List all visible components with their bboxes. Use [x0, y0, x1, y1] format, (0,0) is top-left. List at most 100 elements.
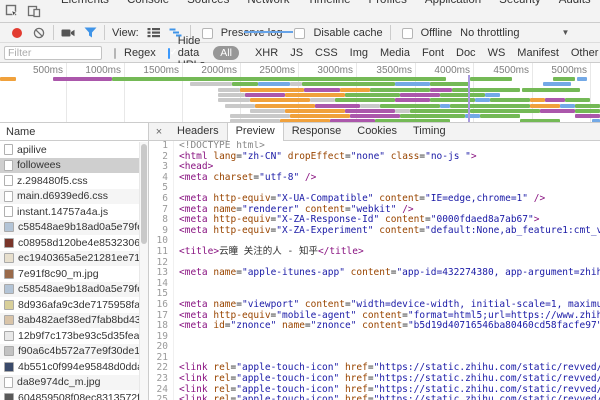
detail-tab-timing[interactable]: Timing	[405, 123, 454, 140]
network-overview[interactable]: 500ms1000ms1500ms2000ms2500ms3000ms3500m…	[0, 63, 600, 123]
request-name: da8e974dc_m.jpg	[17, 376, 100, 388]
request-name: ec1940365a5e21281ee71856...	[18, 252, 139, 264]
overview-request-bar	[230, 114, 290, 118]
filter-type-ws[interactable]: WS	[488, 47, 506, 59]
request-row[interactable]: instant.14757a4a.js	[0, 204, 139, 220]
detail-tab-response[interactable]: Response	[284, 123, 350, 140]
detail-tab-headers[interactable]: Headers	[169, 123, 227, 140]
tab-timeline[interactable]: Timeline	[299, 0, 360, 33]
device-toolbar-icon[interactable]	[26, 3, 42, 19]
line-number: 1	[149, 141, 174, 152]
request-row[interactable]: f90a6c4b572a77e9f30de153...	[0, 344, 139, 360]
filter-type-font[interactable]: Font	[422, 47, 444, 59]
tabbar-icons	[0, 3, 46, 19]
preserve-log-checkbox[interactable]	[202, 28, 213, 39]
filter-type-js[interactable]: JS	[290, 47, 303, 59]
request-row[interactable]: 604859508f08ec8313572f0e7	[0, 390, 139, 400]
request-row[interactable]: 8d936afa9c3de7175958fae5...	[0, 297, 139, 313]
request-row[interactable]: c58548ae9b18ad0a5e79fe4e...	[0, 282, 139, 298]
image-file-icon	[4, 362, 14, 372]
offline-checkbox[interactable]	[402, 28, 413, 39]
filter-type-xhr[interactable]: XHR	[255, 47, 278, 59]
tab-security[interactable]: Security	[490, 0, 550, 33]
overview-request-bar	[592, 119, 600, 123]
request-row[interactable]: 4b551c0f994e95848d0dda09...	[0, 359, 139, 375]
ruler-tick-label: 3000ms	[317, 65, 356, 76]
preview-code-view[interactable]: 1<!DOCTYPE html>2<html lang="zh-CN" drop…	[149, 141, 600, 400]
requests-list: apilivefolloweesz.298480f5.css main.d6939…	[0, 142, 139, 400]
detail-tab-cookies[interactable]: Cookies	[349, 123, 405, 140]
clear-icon[interactable]	[31, 26, 47, 40]
request-row[interactable]: da8e974dc_m.jpg	[0, 375, 139, 391]
request-name: z.298480f5.css	[17, 175, 88, 187]
request-row[interactable]: apilive	[0, 142, 139, 158]
overview-request-bar	[232, 82, 258, 86]
overview-request-bar	[360, 104, 380, 108]
requests-scrollbar[interactable]	[139, 142, 148, 400]
overview-request-bar	[280, 119, 330, 123]
overview-request-bar	[575, 114, 600, 118]
inspect-element-icon[interactable]	[4, 3, 20, 19]
regex-checkbox[interactable]	[114, 48, 116, 59]
request-row[interactable]: c08958d120be4e853230649...	[0, 235, 139, 251]
regex-label[interactable]: Regex	[124, 47, 156, 59]
overview-request-bar	[310, 98, 335, 102]
tab-application[interactable]: Application	[416, 0, 490, 33]
overview-request-bar	[290, 114, 350, 118]
filter-type-media[interactable]: Media	[380, 47, 410, 59]
filter-type-css[interactable]: CSS	[315, 47, 338, 59]
filter-type-img[interactable]: Img	[350, 47, 368, 59]
request-row[interactable]: 12b9f7c173be93c5d35fea2d...	[0, 328, 139, 344]
tab-network[interactable]: Network	[238, 0, 298, 33]
ruler-gridline	[532, 63, 533, 122]
request-row[interactable]: c58548ae9b18ad0a5e79fe4e...	[0, 220, 139, 236]
filter-input[interactable]	[4, 46, 102, 60]
detail-tab-preview[interactable]: Preview	[227, 123, 284, 141]
tab-audits[interactable]: Audits	[550, 0, 600, 33]
request-row[interactable]: ec1940365a5e21281ee71856...	[0, 251, 139, 267]
request-detail-pane: × HeadersPreviewResponseCookiesTiming 1<…	[149, 123, 600, 400]
request-name: 604859508f08ec8313572f0e7	[18, 392, 139, 400]
overview-request-bar	[553, 77, 575, 81]
filter-type-other[interactable]: Other	[571, 47, 599, 59]
scrollbar-thumb[interactable]	[141, 144, 147, 244]
name-column-header[interactable]: Name	[0, 123, 148, 141]
source-text	[174, 342, 179, 353]
close-icon[interactable]: ×	[149, 123, 169, 140]
overview-request-bar	[380, 104, 440, 108]
ruler-tick-label: 5000ms	[551, 65, 590, 76]
tab-elements[interactable]: Elements	[52, 0, 118, 33]
filter-pill-all[interactable]: All	[213, 46, 239, 60]
overview-request-bar	[0, 77, 16, 81]
overview-request-bar	[577, 77, 587, 81]
disable-cache-checkbox[interactable]	[294, 28, 305, 39]
image-file-icon	[4, 315, 14, 325]
overview-request-bar	[565, 98, 590, 102]
request-row[interactable]: 8ab482aef38ed7fab8bd4314...	[0, 313, 139, 329]
overview-request-bar	[400, 114, 465, 118]
image-file-icon	[4, 284, 14, 294]
image-file-icon	[4, 346, 14, 356]
overview-request-bar	[430, 82, 470, 86]
requests-panel: Name apilivefolloweesz.298480f5.css main.…	[0, 123, 149, 400]
document-file-icon	[4, 191, 13, 202]
overview-request-bar	[285, 109, 345, 113]
record-button[interactable]	[12, 28, 22, 38]
ruler-gridline	[124, 63, 125, 122]
overview-request-bar	[475, 98, 490, 102]
request-row[interactable]: followees	[0, 158, 139, 174]
filter-type-doc[interactable]: Doc	[456, 47, 476, 59]
overview-request-bar	[540, 109, 575, 113]
request-row[interactable]: 7e91f8c90_m.jpg	[0, 266, 139, 282]
source-text: <meta id="znonce" name="znonce" content=…	[174, 321, 600, 332]
panel-tabs: ElementsConsoleSourcesNetworkTimelinePro…	[52, 0, 600, 33]
request-name: c08958d120be4e853230649...	[18, 237, 139, 249]
ruler-tick-label: 500ms	[33, 65, 66, 76]
request-row[interactable]: z.298480f5.css	[0, 173, 139, 189]
request-name: main.d6939ed6.css	[17, 190, 108, 202]
tab-console[interactable]: Console	[118, 0, 178, 33]
filter-type-manifest[interactable]: Manifest	[517, 47, 559, 59]
hide-data-urls-checkbox[interactable]	[168, 48, 170, 59]
overview-request-bar	[255, 104, 315, 108]
request-row[interactable]: main.d6939ed6.css	[0, 189, 139, 205]
